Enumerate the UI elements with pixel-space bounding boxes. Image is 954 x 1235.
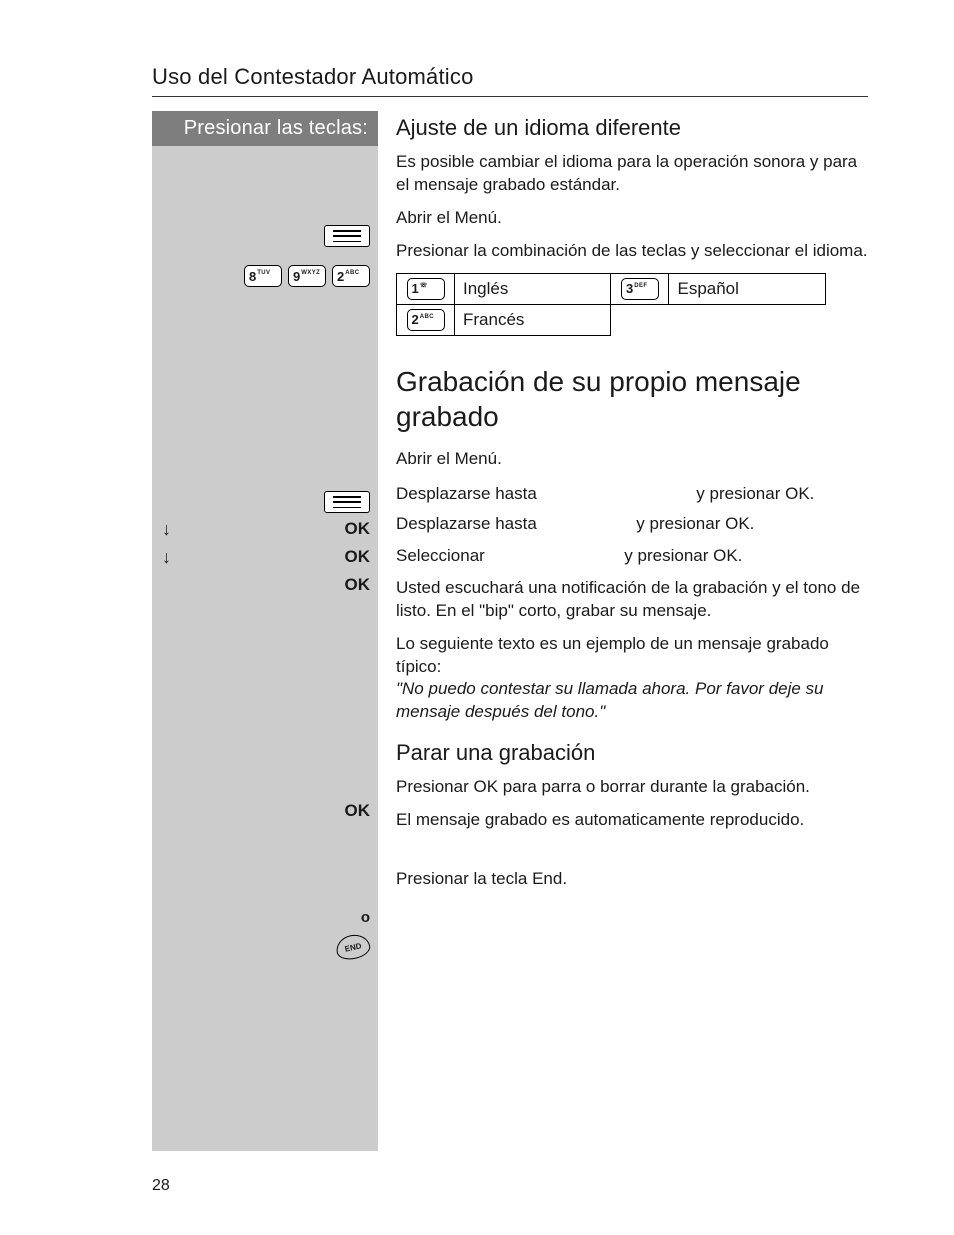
auto-play: El mensaje grabado es automaticamente re…: [396, 809, 868, 832]
or-label: o: [361, 909, 370, 926]
record-para1: Usted escuchará una notificación de la g…: [396, 577, 868, 623]
arrow-down-icon[interactable]: ↓: [162, 548, 171, 566]
ok-label[interactable]: OK: [345, 575, 371, 595]
key-2b[interactable]: 2ABC: [407, 309, 445, 331]
subheading-language: Ajuste de un idioma diferente: [396, 115, 868, 141]
press-end: Presionar la tecla End.: [396, 868, 868, 891]
subheading-stop: Parar una grabación: [396, 740, 868, 766]
lang-intro: Es posible cambiar el idioma para la ope…: [396, 151, 868, 197]
nav-row-1: ↓ OK: [162, 519, 370, 539]
ok-stop: OK: [345, 801, 371, 821]
left-column-header: Presionar las teclas:: [152, 111, 378, 146]
page-number: 28: [152, 1177, 170, 1195]
key-combo-892: 8TUV 9WXYZ 2ABC: [244, 265, 370, 287]
open-menu-1: Abrir el Menú.: [396, 207, 868, 230]
table-row: 2ABC Francés: [397, 304, 826, 335]
ok-label[interactable]: OK: [345, 547, 371, 567]
end-key-slot: END: [336, 935, 370, 959]
table-row: 1☏ Inglés 3DEF Español: [397, 273, 826, 304]
key-8[interactable]: 8TUV: [244, 265, 282, 287]
open-menu-2: Abrir el Menú.: [396, 448, 868, 471]
end-key-icon[interactable]: END: [334, 932, 372, 963]
content-columns: Presionar las teclas: 8TUV 9WXYZ 2ABC: [152, 111, 868, 1151]
lang-cell-espanol: Español: [669, 273, 826, 304]
key-9[interactable]: 9WXYZ: [288, 265, 326, 287]
menu-icon[interactable]: [324, 491, 370, 513]
step-select: Seleccionar y presionar OK.: [396, 545, 868, 573]
menu-icon-slot: [324, 225, 370, 247]
menu-icon[interactable]: [324, 225, 370, 247]
right-column: Ajuste de un idioma diferente Es posible…: [378, 111, 868, 1151]
ok-label[interactable]: OK: [345, 801, 371, 821]
or-label-slot: o: [361, 909, 370, 926]
nav-row-2: ↓ OK: [162, 547, 370, 567]
key-3[interactable]: 3DEF: [621, 278, 659, 300]
step-scroll-1: Desplazarse hasta y presionar OK.: [396, 481, 868, 509]
step-scroll-2: Desplazarse hasta y presionar OK.: [396, 513, 868, 541]
section-title: Uso del Contestador Automático: [152, 64, 868, 97]
press-combo: Presionar la combinación de las teclas y…: [396, 240, 868, 263]
big-heading-record: Grabación de su propio mensaje grabado: [396, 364, 868, 434]
ok-label[interactable]: OK: [345, 519, 371, 539]
lang-cell-ingles: Inglés: [455, 273, 611, 304]
stop-text: Presionar OK para parra o borrar durante…: [396, 776, 868, 799]
lang-cell-frances: Francés: [455, 304, 611, 335]
record-example: "No puedo contestar su llamada ahora. Po…: [396, 678, 868, 724]
language-table: 1☏ Inglés 3DEF Español 2ABC Francés: [396, 273, 826, 336]
record-para2: Lo seguiente texto es un ejemplo de un m…: [396, 633, 868, 679]
key-1[interactable]: 1☏: [407, 278, 445, 300]
manual-page: Uso del Contestador Automático Presionar…: [0, 0, 954, 1235]
menu-icon-slot-2: [324, 491, 370, 513]
arrow-down-icon[interactable]: ↓: [162, 520, 171, 538]
nav-row-3: OK: [345, 575, 371, 595]
left-column: Presionar las teclas: 8TUV 9WXYZ 2ABC: [152, 111, 378, 1151]
key-2[interactable]: 2ABC: [332, 265, 370, 287]
